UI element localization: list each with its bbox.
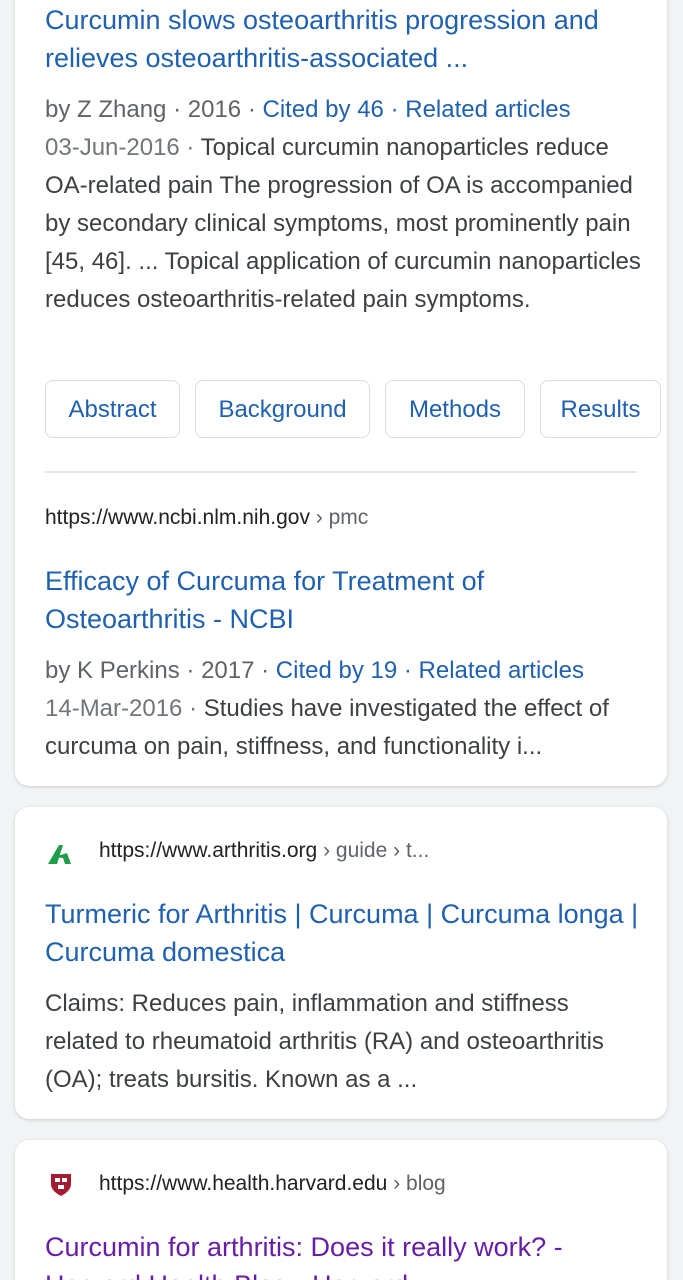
result-meta: by K Perkins · 2017 · Cited by 19 · Rela…	[45, 657, 584, 684]
result-card-group-1: Curcumin slows osteoarthritis progressio…	[15, 0, 667, 786]
result-url-harvard[interactable]: https://www.health.harvard.edu › blog	[99, 1169, 446, 1199]
result-title-efficacy-curcuma[interactable]: Efficacy of Curcuma for Treatment of Ost…	[45, 562, 645, 638]
related-articles-link[interactable]: Related articles	[419, 657, 584, 684]
result-card-harvard: https://www.health.harvard.edu › blog Cu…	[15, 1140, 667, 1280]
result-divider	[45, 471, 637, 473]
cited-by-link[interactable]: Cited by 46	[262, 96, 383, 123]
result-snippet: 03-Jun-2016 · Topical curcumin nanoparti…	[45, 134, 641, 313]
chip-results[interactable]: Results	[540, 380, 661, 438]
chip-methods[interactable]: Methods	[385, 380, 525, 438]
result-author: by K Perkins	[45, 657, 180, 684]
result-title-turmeric-arthritis[interactable]: Turmeric for Arthritis | Curcuma | Curcu…	[45, 895, 645, 971]
chip-background[interactable]: Background	[195, 380, 370, 438]
result-snippet: 14-Mar-2016 · Studies have investigated …	[45, 695, 609, 760]
result-author: by Z Zhang	[45, 96, 167, 123]
result-card-arthritis: https://www.arthritis.org › guide › t...…	[15, 807, 667, 1119]
cited-by-link[interactable]: Cited by 19	[276, 657, 397, 684]
result-year: 2016	[187, 96, 242, 123]
search-results-page: Curcumin slows osteoarthritis progressio…	[0, 0, 683, 1280]
related-articles-link[interactable]: Related articles	[405, 96, 570, 123]
result-snippet: Claims: Reduces pain, inflammation and s…	[45, 990, 604, 1093]
result-year: 2017	[201, 657, 255, 684]
result-title-curcumin-slows[interactable]: Curcumin slows osteoarthritis progressio…	[45, 1, 645, 77]
result-date: 14-Mar-2016	[45, 695, 183, 722]
chip-abstract[interactable]: Abstract	[45, 380, 180, 438]
result-date: 03-Jun-2016	[45, 134, 180, 161]
result-meta: by Z Zhang · 2016 · Cited by 46 · Relate…	[45, 96, 571, 123]
result-title-curcumin-harvard[interactable]: Curcumin for arthritis: Does it really w…	[45, 1228, 645, 1280]
result-url-arthritis[interactable]: https://www.arthritis.org › guide › t...	[99, 836, 429, 866]
harvard-shield-icon	[51, 1174, 71, 1196]
arthritis-logo-icon	[48, 845, 71, 864]
result-url-ncbi[interactable]: https://www.ncbi.nlm.nih.gov › pmc	[45, 503, 368, 533]
